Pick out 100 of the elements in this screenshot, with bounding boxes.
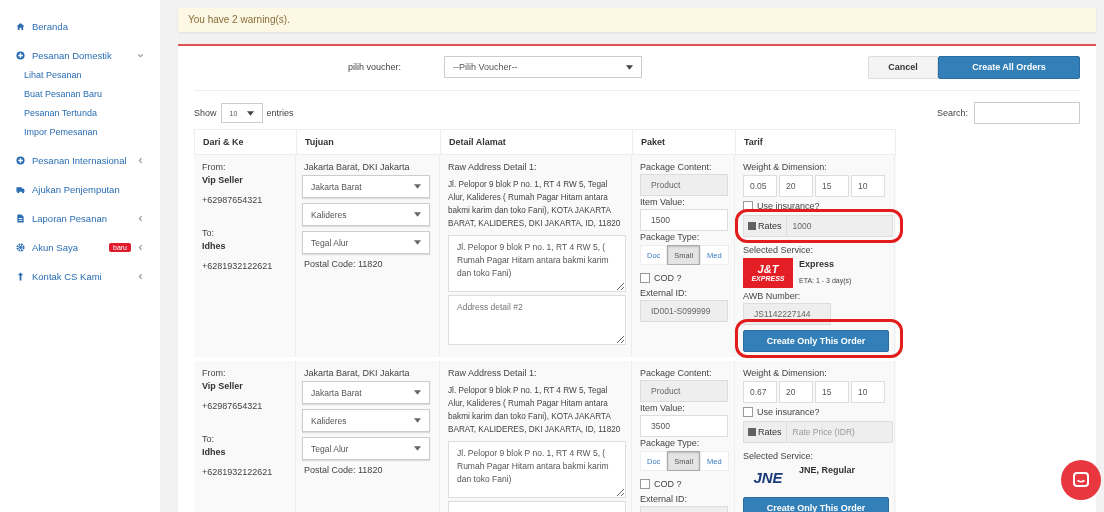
sender-phone: +62987654321 — [202, 400, 263, 413]
package-content-field[interactable]: Product — [640, 380, 728, 402]
address-detail-field[interactable]: Address detail #2 — [448, 295, 626, 345]
sidebar-label: Akun Saya — [32, 242, 79, 253]
document-icon — [16, 214, 25, 223]
sidebar-label: Laporan Pesanan — [32, 213, 108, 224]
sender-phone: +62987654321 — [202, 194, 263, 207]
package-type-label: Package Type: — [640, 437, 700, 450]
from-label: From: — [202, 161, 226, 174]
dimension-field[interactable]: 15 — [815, 381, 849, 403]
sender-name: Vip Seller — [202, 174, 243, 187]
dimension-field[interactable]: 0.05 — [743, 175, 777, 197]
create-order-button[interactable]: Create Only This Order — [743, 330, 889, 352]
warning-alert: You have 2 warning(s). — [178, 8, 1096, 32]
recipient-phone: +6281932122621 — [202, 466, 273, 479]
rates-value: Rate Price (IDR) — [791, 426, 856, 439]
rates-value: 1000 — [791, 220, 813, 233]
sidebar-item[interactable]: Laporan Pesanan — [0, 204, 160, 233]
submenu-item[interactable]: Buat Pesanan Baru — [0, 85, 160, 104]
package-content-label: Package Content: — [640, 367, 712, 380]
truck-icon — [16, 185, 25, 194]
search-field[interactable] — [974, 102, 1080, 124]
column-header: Tujuan — [297, 130, 441, 154]
rates-addon: Rates — [744, 216, 787, 236]
dropdown-arrow-icon — [414, 446, 421, 451]
dimension-field[interactable]: 20 — [779, 175, 813, 197]
submenu-item[interactable]: Impor Pemesanan — [0, 123, 160, 142]
insurance-checkbox[interactable] — [743, 407, 753, 417]
rates-field[interactable]: Rates Rate Price (IDR) — [743, 421, 893, 443]
area-select[interactable]: Kalideres — [302, 409, 430, 432]
package-content-label: Package Content: — [640, 161, 712, 174]
area-select[interactable]: Tegal Alur — [302, 437, 430, 460]
sidebar-label: Kontak CS Kami — [32, 271, 103, 282]
voucher-label: pilih voucher: — [348, 62, 403, 72]
item-value-label: Item Value: — [640, 196, 685, 209]
external-id-field[interactable]: ID001-S099999 — [640, 300, 728, 322]
dimension-field[interactable]: 0.67 — [743, 381, 777, 403]
insurance-checkbox[interactable] — [743, 201, 753, 211]
address-field[interactable]: Jl. Pelopor 9 blok P no. 1, RT 4 RW 5, ( Rumah Pagar Hitam antara bakmi karim dan toko Fani) — [448, 235, 626, 292]
courier-logo: JNE — [752, 467, 784, 488]
raw-address-text: Jl. Pelopor 9 blok P no. 1, RT 4 RW 5, Tegal Alur, Kalideres ( Rumah Pagar Hitam antara bakmi karim dan toko Fani), KOTA JAKARTA BARAT, KALIDERES, DKI JAKARTA, ID, 11820 — [448, 385, 622, 436]
raw-address-label: Raw Address Detail 1: — [448, 161, 537, 174]
sidebar-label: Ajukan Penjemputan — [32, 184, 121, 195]
dimension-field[interactable]: 20 — [779, 381, 813, 403]
rates-field[interactable]: Rates 1000 — [743, 215, 893, 237]
region-text: Jakarta Barat, DKI Jakarta — [304, 161, 410, 174]
sidebar-label: Beranda — [32, 21, 69, 32]
sidebar-item[interactable]: Ajukan Penjemputan — [0, 175, 160, 204]
sidebar-item[interactable]: Beranda — [0, 12, 160, 41]
dimension-field[interactable]: 15 — [815, 175, 849, 197]
column-header: Detail Alamat — [441, 130, 633, 154]
cancel-button[interactable]: Cancel — [868, 55, 938, 79]
dropdown-arrow-icon — [414, 418, 421, 423]
service-name: JNE, Regular — [799, 464, 856, 477]
rates-addon: Rates — [744, 422, 787, 442]
package-content-field[interactable]: Product — [640, 174, 728, 196]
region-text: Jakarta Barat, DKI Jakarta — [304, 367, 410, 380]
insurance-label: Use insurance? — [757, 201, 820, 211]
create-order-button[interactable]: Create Only This Order — [743, 497, 889, 512]
sidebar-label: Pesanan Domestik — [32, 50, 113, 61]
item-value-label: Item Value: — [640, 402, 685, 415]
service-name: Express — [799, 258, 836, 271]
cod-checkbox[interactable] — [640, 479, 650, 489]
to-label: To: — [202, 227, 214, 240]
item-value-field[interactable]: 3500 — [640, 415, 728, 437]
cod-label: COD ? — [654, 273, 682, 283]
area-select[interactable]: Kalideres — [302, 203, 430, 226]
dropdown-arrow-icon — [626, 64, 633, 70]
selected-service-label: Selected Service: — [743, 450, 814, 463]
item-value-field[interactable]: 1500 — [640, 209, 728, 231]
dimension-field[interactable]: 10 — [851, 381, 885, 403]
postal-code: Postal Code: 11820 — [304, 258, 383, 271]
voucher-select[interactable]: --Pilih Voucher-- — [444, 56, 642, 78]
external-id-label: External ID: — [640, 493, 688, 506]
area-select[interactable]: Jakarta Barat — [302, 381, 430, 404]
sidebar-item[interactable]: Pesanan Internasional — [0, 146, 160, 175]
address-field[interactable]: Jl. Pelopor 9 blok P no. 1, RT 4 RW 5, ( Rumah Pagar Hitam antara bakmi karim dan toko Fani) — [448, 441, 626, 498]
dimension-field[interactable]: 10 — [851, 175, 885, 197]
entries-label: entries — [266, 108, 294, 118]
submenu-item[interactable]: Pesanan Tertunda — [0, 104, 160, 123]
sidebar-item[interactable]: Kontak CS Kami — [0, 262, 160, 291]
plus-circle-icon — [16, 51, 25, 60]
dropdown-arrow-icon — [414, 240, 421, 245]
recipient-name: Idhes — [202, 446, 226, 459]
weight-dimension-label: Weight & Dimension: — [743, 161, 827, 174]
plus-circle-icon — [16, 156, 25, 165]
column-header: Tarif — [736, 130, 896, 154]
weight-dimension-label: Weight & Dimension: — [743, 367, 827, 380]
dropdown-arrow-icon — [414, 212, 421, 217]
external-id-label: External ID: — [640, 287, 688, 300]
create-all-orders-button[interactable]: Create All Orders — [938, 55, 1080, 79]
from-label: From: — [202, 367, 226, 380]
area-select[interactable]: Jakarta Barat — [302, 175, 430, 198]
area-select[interactable]: Tegal Alur — [302, 231, 430, 254]
dropdown-arrow-icon — [414, 184, 421, 189]
dropdown-arrow-icon — [414, 390, 421, 395]
show-label: Show — [194, 108, 217, 118]
recipient-name: Idhes — [202, 240, 226, 253]
to-label: To: — [202, 433, 214, 446]
cod-checkbox[interactable] — [640, 273, 650, 283]
